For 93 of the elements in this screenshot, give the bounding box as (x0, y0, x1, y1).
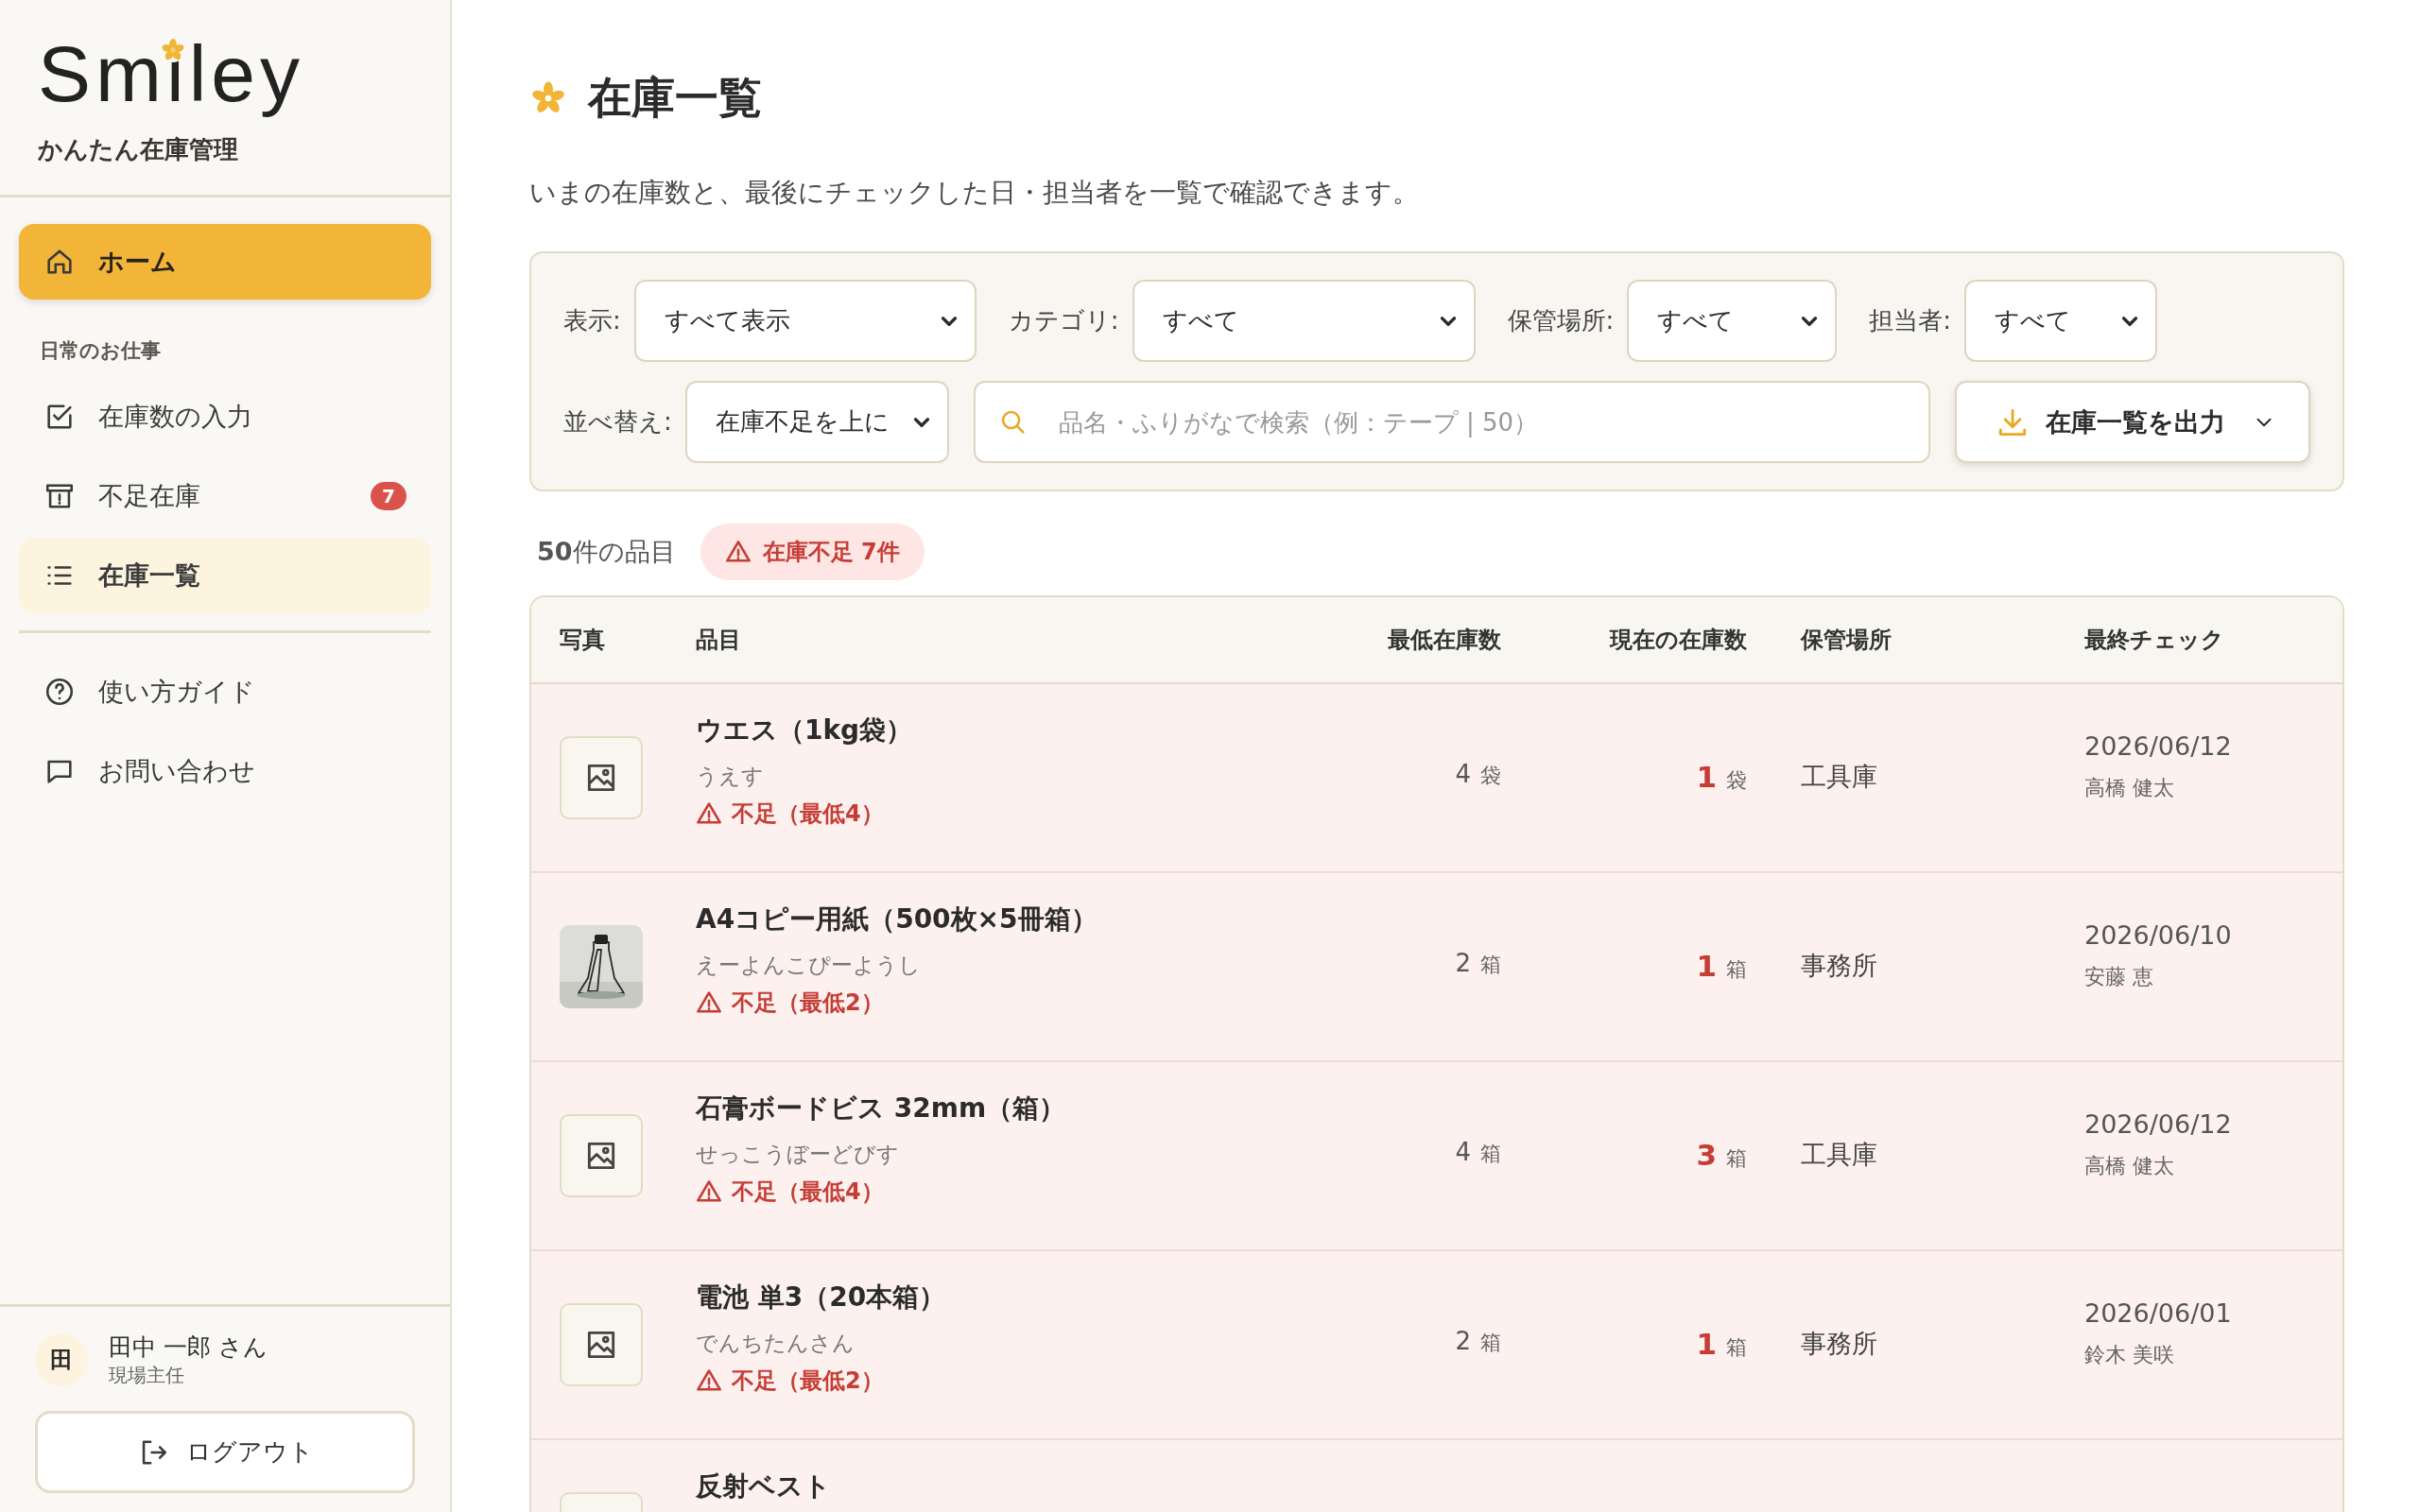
item-name: ウエス（1kg袋） (696, 713, 914, 747)
column-header: 最終チェック (2084, 626, 2225, 655)
item-name: 反射ベスト (696, 1469, 832, 1503)
warning-icon (696, 800, 722, 827)
warning-icon (696, 989, 722, 1016)
minimum-stock: 4 (1455, 760, 1471, 788)
nav-label: 不足在庫 (98, 479, 201, 512)
table-row[interactable]: A4コピー用紙（500枚×5冊箱） えーよんこぴーようし 不足（最低2） 2 箱 1 箱 事務所 2026/06/10 安藤 恵 (531, 873, 2342, 1062)
search-field[interactable]: 品名・ふりがなで検索（例：テープ | 50） (973, 381, 1930, 463)
column-header: 写真 (559, 626, 606, 655)
shortage-badge: 在庫不足 7件 (700, 524, 925, 580)
stock-unit: 袋 (1480, 763, 1501, 789)
warning-text: 不足（最低2） (732, 988, 884, 1018)
nav-label: 在庫数の入力 (98, 400, 253, 433)
check-date: 2026/06/12 (2084, 731, 2233, 761)
warning-icon (724, 539, 752, 565)
user-role: 現場主任 (109, 1363, 185, 1388)
stock-unit: 箱 (1480, 1330, 1501, 1356)
user-name: 田中 一郎 さん (109, 1332, 268, 1363)
column-header: 品目 (696, 626, 742, 655)
check-date: 2026/06/12 (2084, 1109, 2233, 1139)
storage-location: 工具庫 (1801, 1140, 1877, 1169)
nav-item[interactable]: 在庫数の入力 (19, 378, 431, 455)
filter-label: 並べ替え: (563, 406, 672, 438)
filter-label: 保管場所: (1507, 305, 1615, 336)
nav-item[interactable]: 不足在庫 7 (19, 457, 431, 534)
export-button[interactable]: 在庫一覧を出力 (1955, 381, 2310, 463)
user-avatar: 田 (35, 1333, 88, 1386)
check-date: 2026/06/10 (2084, 920, 2233, 950)
storage-location: 工具庫 (1801, 762, 1877, 791)
filter-label: カテゴリ: (1008, 305, 1119, 336)
stock-unit: 箱 (1726, 956, 1747, 983)
checker-name: 高橋 健太 (2084, 775, 2175, 801)
table-row[interactable]: 電池 単3（20本箱） でんちたんさん 不足（最低2） 2 箱 1 箱 事務所 2026/06/01 鈴木 美咲 (531, 1251, 2342, 1440)
column-header: 最低在庫数 (1387, 626, 1502, 655)
checker-name: 鈴木 美咲 (2084, 1342, 2175, 1368)
stock-unit: 箱 (1726, 1334, 1747, 1361)
table-row[interactable]: 反射ベスト (531, 1440, 2342, 1512)
logo: Smiley (38, 28, 305, 120)
stock-unit: 箱 (1480, 952, 1501, 978)
warning-icon (696, 1178, 722, 1205)
minimum-stock: 4 (1455, 1138, 1471, 1166)
storage-location: 事務所 (1801, 1329, 1877, 1358)
filter-select[interactable]: すべて表示 (633, 280, 977, 362)
app-subtitle: かんたん在庫管理 (38, 133, 239, 165)
item-name: 石膏ボードビス 32mm（箱） (696, 1091, 1067, 1125)
warning-text: 不足（最低4） (732, 1177, 884, 1207)
page-description: いまの在庫数と、最後にチェックした日・担当者を一覧で確認できます。 (529, 176, 1420, 210)
page-title: 在庫一覧 (588, 71, 762, 125)
item-reading: えーよんこぴーようし (696, 952, 922, 979)
home-button[interactable]: ホーム (19, 223, 431, 300)
minimum-stock: 2 (1455, 949, 1471, 977)
stock-unit: 箱 (1480, 1141, 1501, 1167)
column-header: 保管場所 (1801, 626, 1893, 655)
filter-label: 表示: (563, 305, 621, 336)
image-placeholder-icon (560, 1114, 643, 1197)
image-placeholder-icon (560, 736, 643, 819)
warning-icon (696, 1367, 722, 1394)
nav-item[interactable]: 使い方ガイド (19, 653, 431, 730)
checker-name: 安藤 恵 (2084, 964, 2154, 990)
filter-label: 担当者: (1869, 305, 1952, 336)
nav-item[interactable]: お問い合わせ (19, 732, 431, 809)
check-date: 2026/06/01 (2084, 1298, 2233, 1328)
current-stock: 1 (1696, 1327, 1717, 1361)
nav-label: 在庫一覧 (98, 558, 201, 592)
table-row[interactable]: 石膏ボードビス 32mm（箱） せっこうぼーどびす 不足（最低4） 4 箱 3 箱 工具庫 2026/06/12 高橋 健太 (531, 1062, 2342, 1251)
minimum-stock: 2 (1455, 1327, 1471, 1355)
filter-select[interactable]: すべて (1132, 280, 1476, 362)
section-label: 日常のお仕事 (39, 337, 162, 364)
item-name: 電池 単3（20本箱） (696, 1280, 947, 1314)
current-stock: 1 (1696, 760, 1717, 794)
sort-select[interactable]: 在庫不足を上に (684, 381, 949, 463)
count-badge: 7 (371, 481, 406, 510)
current-stock: 3 (1696, 1138, 1717, 1172)
filter-select[interactable]: すべて (1627, 280, 1838, 362)
current-stock: 1 (1696, 949, 1717, 983)
nav-item[interactable]: 在庫一覧 (19, 537, 431, 613)
item-name: A4コピー用紙（500枚×5冊箱） (696, 902, 1098, 936)
logout-button[interactable]: ログアウト (35, 1411, 415, 1493)
image-placeholder-icon (560, 1303, 643, 1386)
warning-text: 不足（最低4） (732, 799, 884, 829)
item-count: 50件の品目 (537, 536, 676, 568)
item-reading: せっこうぼーどびす (696, 1141, 900, 1168)
table-row[interactable]: ウエス（1kg袋） うえす 不足（最低4） 4 袋 1 袋 工具庫 2026/06/12 高橋 健太 (531, 684, 2342, 873)
storage-location: 事務所 (1801, 951, 1877, 980)
column-header: 現在の在庫数 (1608, 626, 1748, 655)
filter-select[interactable]: すべて (1964, 280, 2158, 362)
stock-unit: 箱 (1726, 1145, 1747, 1172)
checker-name: 高橋 健太 (2084, 1153, 2175, 1179)
item-reading: でんちたんさん (696, 1330, 856, 1357)
warning-text: 不足（最低2） (732, 1366, 884, 1396)
item-reading: うえす (696, 763, 765, 790)
stock-unit: 袋 (1726, 767, 1747, 794)
